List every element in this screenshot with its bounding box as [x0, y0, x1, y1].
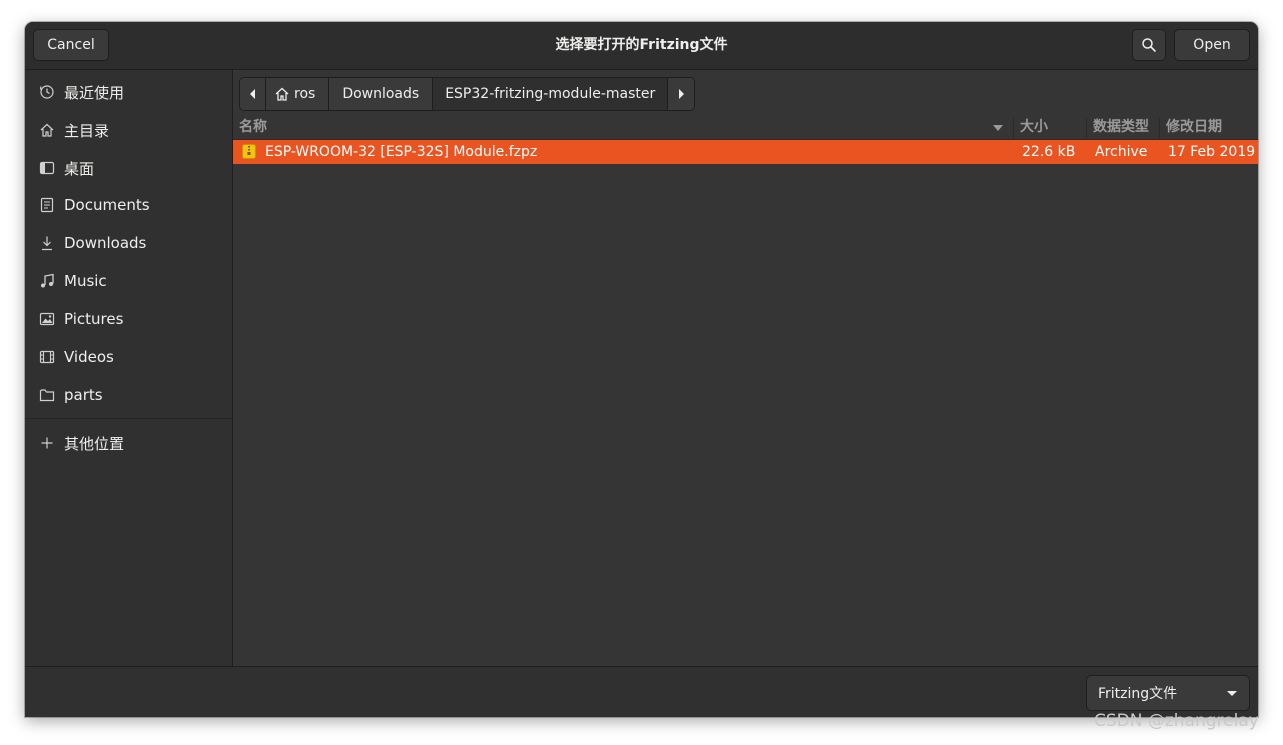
sidebar-item-label: Pictures [64, 310, 124, 328]
places-sidebar: 最近使用 主目录 桌面 Documents Downloads Music Pi… [25, 70, 233, 666]
sort-descending-icon[interactable] [993, 125, 1003, 131]
sidebar-item-label: Music [64, 272, 107, 290]
file-modified: 17 Feb 2019 [1168, 144, 1256, 160]
column-size-header[interactable]: 大小 [1020, 116, 1048, 139]
open-button[interactable]: Open [1174, 29, 1250, 61]
sidebar-item-music[interactable]: Music [25, 263, 232, 299]
desktop-icon [39, 160, 55, 176]
sidebar-item-parts[interactable]: parts [25, 377, 232, 413]
file-chooser-dialog: Cancel 选择要打开的Fritzing文件 Open 最近使用 主目录 桌面… [25, 22, 1258, 717]
sidebar-item-label: Videos [64, 348, 114, 366]
sidebar-item-desktop[interactable]: 桌面 [25, 150, 232, 186]
path-segment-downloads[interactable]: Downloads [329, 78, 434, 110]
cancel-button[interactable]: Cancel [33, 29, 109, 61]
sidebar-item-pictures[interactable]: Pictures [25, 301, 232, 337]
sidebar-item-label: Downloads [64, 234, 147, 252]
folder-icon [39, 387, 55, 403]
document-icon [39, 197, 55, 213]
watermark: CSDN @zhangrelay [1094, 711, 1259, 731]
archive-icon [242, 144, 256, 159]
chevron-right-icon [679, 89, 685, 99]
file-browser: ros Downloads ESP32-fritzing-module-mast… [233, 70, 1258, 666]
file-type: Archive [1095, 144, 1148, 160]
path-segment-home[interactable]: ros [266, 78, 330, 110]
download-icon [39, 235, 55, 251]
chevron-down-icon [1227, 691, 1237, 696]
video-icon [39, 349, 55, 365]
plus-icon [39, 435, 55, 451]
home-icon [39, 122, 55, 138]
sidebar-item-label: 桌面 [64, 159, 95, 178]
file-size: 22.6 kB [1022, 144, 1076, 160]
sidebar-separator [25, 418, 232, 419]
sidebar-item-label: 其他位置 [64, 434, 125, 453]
sidebar-item-label: 最近使用 [64, 83, 125, 102]
path-segment-label: ros [294, 86, 316, 102]
sidebar-item-label: 主目录 [64, 121, 110, 140]
path-scroll-left-button[interactable] [240, 78, 266, 110]
search-icon [1142, 38, 1156, 52]
file-row[interactable]: ESP-WROOM-32 [ESP-32S] Module.fzpz 22.6 … [233, 140, 1258, 164]
sidebar-item-videos[interactable]: Videos [25, 339, 232, 375]
chevron-left-icon [249, 89, 255, 99]
column-name-header[interactable]: 名称 [239, 116, 267, 139]
home-icon [275, 87, 289, 101]
search-button[interactable] [1132, 29, 1166, 61]
column-header: 名称 大小 数据类型 修改日期 [233, 116, 1258, 140]
dialog-title: 选择要打开的Fritzing文件 [555, 37, 728, 53]
column-separator [1086, 118, 1087, 138]
action-bar: Fritzing文件 [25, 666, 1258, 717]
path-segment-current[interactable]: ESP32-fritzing-module-master [433, 78, 669, 110]
sidebar-item-recent[interactable]: 最近使用 [25, 74, 232, 110]
sidebar-item-other-locations[interactable]: 其他位置 [25, 425, 232, 461]
picture-icon [39, 311, 55, 327]
column-separator [1013, 118, 1014, 138]
column-modified-header[interactable]: 修改日期 [1166, 116, 1222, 139]
clock-icon [39, 84, 55, 100]
headerbar: Cancel 选择要打开的Fritzing文件 Open [25, 22, 1258, 70]
file-name: ESP-WROOM-32 [ESP-32S] Module.fzpz [265, 144, 538, 160]
column-separator [1159, 118, 1160, 138]
sidebar-item-label: parts [64, 386, 103, 404]
column-type-header[interactable]: 数据类型 [1093, 116, 1149, 139]
sidebar-item-label: Documents [64, 196, 150, 214]
music-icon [39, 273, 55, 289]
sidebar-item-documents[interactable]: Documents [25, 187, 232, 223]
filter-selected-label: Fritzing文件 [1098, 686, 1178, 702]
sidebar-item-downloads[interactable]: Downloads [25, 225, 232, 261]
path-bar: ros Downloads ESP32-fritzing-module-mast… [239, 77, 696, 111]
file-type-filter-dropdown[interactable]: Fritzing文件 [1086, 675, 1250, 711]
path-scroll-right-button[interactable] [668, 78, 695, 110]
sidebar-item-home[interactable]: 主目录 [25, 112, 232, 148]
